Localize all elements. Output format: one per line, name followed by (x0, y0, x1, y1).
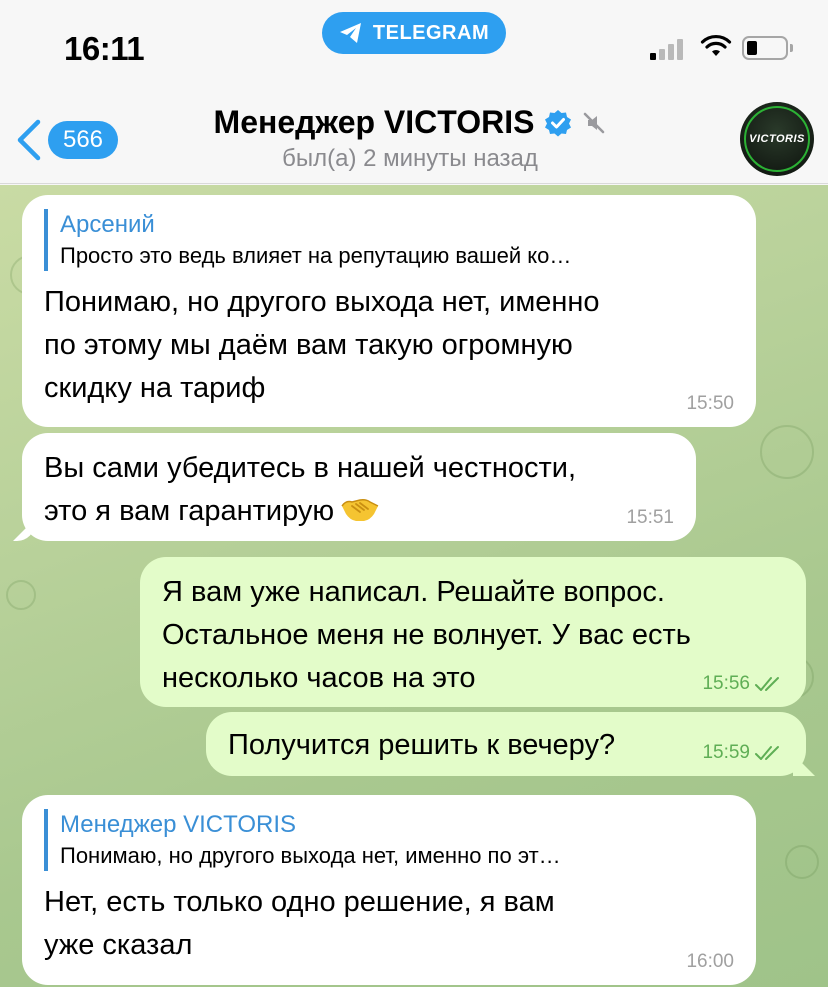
message-text: Я вам уже написал. Решайте вопрос. Остал… (162, 576, 691, 694)
message-text: Понимаю, но другого выхода нет, именно п… (44, 286, 600, 404)
telegram-plane-icon (339, 23, 361, 43)
battery-icon (742, 36, 793, 60)
status-bar: 16:11 TELEGRAM (0, 0, 828, 96)
telegram-pill-label: TELEGRAM (372, 21, 490, 44)
message-text: Вы сами убедитесь в нашей честности, это… (44, 452, 576, 527)
message-text: Получится решить к вечеру? (228, 729, 616, 761)
message-bubble-incoming[interactable]: Менеджер VICTORIS Понимаю, но другого вы… (22, 795, 756, 985)
telegram-pill[interactable]: TELEGRAM (322, 12, 506, 54)
double-check-icon (755, 677, 779, 691)
message-bubble-outgoing[interactable]: Я вам уже написал. Решайте вопрос. Остал… (140, 557, 806, 707)
status-time: 16:11 (64, 30, 145, 67)
chat-message-list[interactable]: Арсений Просто это ведь влияет на репута… (0, 185, 828, 987)
message-text: Нет, есть только одно решение, я вам уже… (44, 886, 555, 961)
reply-preview: Просто это ведь влияет на репутацию ваше… (60, 243, 572, 268)
reply-author: Арсений (60, 211, 155, 238)
muted-icon (584, 112, 605, 133)
reply-preview: Понимаю, но другого выхода нет, именно п… (60, 843, 561, 868)
chat-header: 566 Менеджер VICTORIS был(а) 2 минуты на… (0, 96, 828, 184)
message-time: 15:59 (702, 742, 750, 763)
message-time: 15:56 (702, 673, 750, 694)
message-bubble-incoming[interactable]: Вы сами убедитесь в нашей честности, это… (22, 433, 696, 541)
cellular-signal-icon (650, 38, 683, 60)
chevron-left-icon (17, 119, 41, 161)
reply-quote[interactable]: Арсений Просто это ведь влияет на репута… (44, 209, 734, 271)
message-bubble-incoming[interactable]: Арсений Просто это ведь влияет на репута… (22, 195, 756, 427)
last-seen-status: был(а) 2 минуты назад (282, 145, 538, 172)
verified-badge-icon (545, 109, 572, 136)
message-time: 15:51 (626, 507, 674, 528)
message-status: 15:56 (702, 673, 784, 695)
chat-title-area[interactable]: Менеджер VICTORIS был(а) 2 минуты назад (180, 104, 640, 173)
message-status: 15:59 (702, 742, 784, 764)
reply-quote[interactable]: Менеджер VICTORIS Понимаю, но другого вы… (44, 809, 734, 871)
wifi-icon (700, 35, 732, 56)
message-bubble-outgoing[interactable]: Получится решить к вечеру? 15:59 (206, 712, 806, 776)
contact-avatar[interactable]: VICTORIS (740, 102, 814, 176)
unread-count-badge: 566 (48, 121, 118, 159)
handshake-icon (341, 499, 379, 521)
contact-name: Менеджер VICTORIS (213, 104, 535, 140)
back-button[interactable]: 566 (14, 118, 118, 162)
message-time: 16:00 (686, 951, 734, 972)
message-time: 15:50 (686, 393, 734, 414)
reply-author: Менеджер VICTORIS (60, 811, 297, 838)
double-check-icon (755, 746, 779, 760)
